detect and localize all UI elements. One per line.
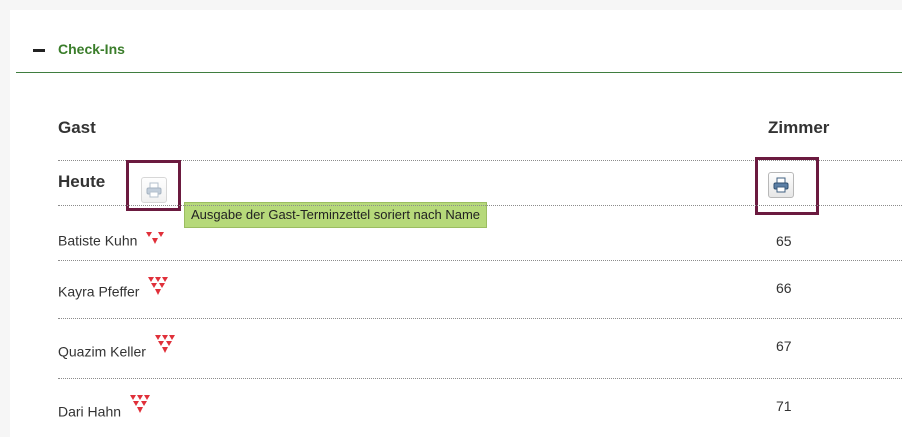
vip-triangles-icon (146, 232, 165, 244)
row-separator (58, 260, 902, 261)
guest-name[interactable]: Quazim Keller (58, 343, 146, 359)
guest-name[interactable]: Kayra Pfeffer (58, 283, 139, 299)
checkins-section-header[interactable]: Check-Ins (16, 34, 902, 73)
room-number: 67 (776, 338, 792, 354)
group-label-today: Heute (58, 172, 106, 191)
column-header-guest: Gast (58, 118, 96, 137)
checkins-panel: Check-Ins Gast Zimmer Heute Ausgabe der … (0, 0, 902, 437)
vip-triangles-icon (129, 395, 150, 413)
print-by-room-highlight (755, 157, 819, 215)
room-number: 66 (776, 280, 792, 296)
guest-name[interactable]: Dari Hahn (58, 403, 121, 419)
row-separator (58, 318, 902, 319)
print-by-name-highlight (126, 160, 181, 211)
guest-row-2[interactable]: Kayra Pfeffer (58, 277, 169, 299)
room-number: 71 (776, 398, 792, 414)
left-strip (0, 0, 10, 437)
group-separator (58, 205, 902, 206)
top-strip (0, 0, 902, 10)
section-title[interactable]: Check-Ins (58, 41, 125, 57)
guest-row-4[interactable]: Dari Hahn (58, 395, 151, 419)
vip-triangles-icon (148, 277, 169, 295)
guest-row-3[interactable]: Quazim Keller (58, 335, 176, 359)
row-separator (58, 378, 902, 379)
guest-row-1[interactable]: Batiste Kuhn (58, 231, 165, 248)
column-header-room: Zimmer (768, 118, 830, 137)
guest-name[interactable]: Batiste Kuhn (58, 232, 137, 248)
vip-triangles-icon (154, 335, 175, 353)
room-number: 65 (776, 233, 792, 249)
collapse-minus-icon[interactable] (33, 49, 45, 52)
